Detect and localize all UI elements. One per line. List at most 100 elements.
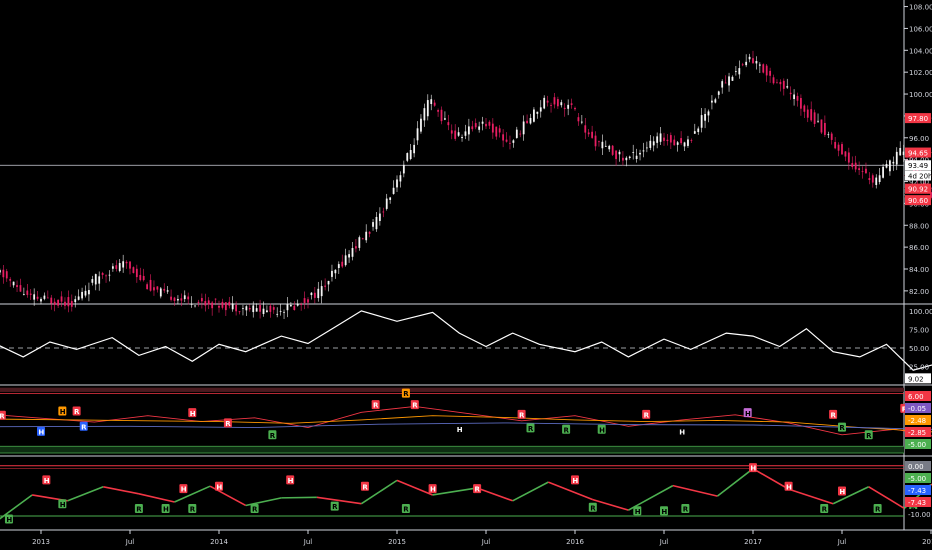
candle[interactable]: [615, 150, 617, 160]
candle[interactable]: [642, 150, 645, 152]
candle[interactable]: [512, 140, 515, 143]
signal-marker[interactable]: R: [252, 506, 258, 514]
signal-marker[interactable]: R: [866, 432, 872, 440]
candle[interactable]: [892, 161, 895, 164]
candle[interactable]: [433, 102, 436, 106]
candle[interactable]: [276, 313, 279, 315]
candle[interactable]: [248, 308, 251, 310]
candle[interactable]: [409, 150, 412, 159]
candle[interactable]: [385, 198, 388, 209]
candle[interactable]: [81, 291, 83, 299]
candle[interactable]: [0, 270, 1, 273]
candle[interactable]: [741, 64, 744, 66]
candle[interactable]: [491, 123, 494, 133]
candle[interactable]: [813, 112, 816, 124]
candle[interactable]: [57, 299, 60, 306]
candle[interactable]: [33, 294, 36, 300]
candle[interactable]: [618, 151, 621, 155]
candle[interactable]: [324, 285, 327, 287]
candle[interactable]: [211, 302, 214, 309]
candle[interactable]: [669, 135, 672, 143]
candle[interactable]: [115, 265, 118, 269]
candle[interactable]: [789, 92, 792, 95]
candle[interactable]: [142, 275, 145, 281]
candle[interactable]: [889, 160, 891, 172]
candle[interactable]: [868, 178, 871, 181]
signal-marker[interactable]: R: [528, 425, 534, 433]
candle[interactable]: [663, 137, 665, 141]
candle[interactable]: [577, 117, 580, 122]
signal-marker[interactable]: H: [44, 477, 50, 485]
candle[interactable]: [166, 290, 169, 292]
candle[interactable]: [847, 152, 850, 163]
candle[interactable]: [382, 211, 385, 213]
signal-marker[interactable]: H: [679, 428, 685, 436]
candle[interactable]: [707, 111, 710, 116]
signal-marker[interactable]: R: [0, 412, 5, 420]
candle[interactable]: [700, 115, 703, 128]
candle[interactable]: [704, 113, 706, 121]
candle[interactable]: [406, 153, 409, 161]
candle[interactable]: [861, 171, 864, 173]
candle[interactable]: [344, 255, 347, 266]
candle[interactable]: [762, 64, 765, 73]
candle[interactable]: [841, 144, 843, 155]
candle[interactable]: [601, 141, 604, 149]
candle[interactable]: [519, 133, 522, 135]
candle[interactable]: [529, 117, 532, 124]
candle[interactable]: [817, 120, 819, 122]
candle[interactable]: [50, 297, 53, 304]
candle[interactable]: [242, 308, 244, 309]
candle[interactable]: [608, 145, 611, 150]
candle[interactable]: [680, 138, 683, 144]
candle[interactable]: [12, 281, 15, 286]
candle[interactable]: [546, 100, 549, 103]
candle[interactable]: [402, 164, 405, 174]
candle[interactable]: [827, 134, 830, 136]
candle[interactable]: [293, 305, 296, 311]
signal-marker[interactable]: H: [190, 410, 196, 418]
candle[interactable]: [368, 231, 371, 234]
candle[interactable]: [60, 296, 63, 302]
candle[interactable]: [498, 128, 501, 133]
signal-marker[interactable]: R: [519, 411, 525, 419]
candle[interactable]: [16, 285, 18, 288]
chart-canvas[interactable]: RHHRRHRRRRRHRRRHRHHRRRRHRHRRHHRHRRHRHHRH…: [0, 0, 932, 550]
candle[interactable]: [649, 140, 652, 148]
candle[interactable]: [396, 179, 398, 188]
candle[interactable]: [173, 297, 176, 301]
candle[interactable]: [690, 140, 693, 141]
candle[interactable]: [43, 295, 46, 299]
candle[interactable]: [628, 156, 631, 158]
candle[interactable]: [146, 284, 149, 290]
candle[interactable]: [252, 305, 255, 313]
candle[interactable]: [348, 254, 350, 258]
candle[interactable]: [632, 152, 635, 153]
candle[interactable]: [392, 187, 395, 194]
candle[interactable]: [697, 128, 700, 132]
candle[interactable]: [526, 120, 528, 124]
signal-marker[interactable]: H: [457, 426, 463, 434]
candle[interactable]: [765, 65, 768, 76]
candle[interactable]: [204, 301, 207, 306]
candle[interactable]: [776, 82, 778, 84]
candle[interactable]: [539, 107, 542, 112]
signal-marker[interactable]: H: [60, 501, 66, 509]
candle[interactable]: [584, 125, 587, 133]
candle[interactable]: [464, 131, 467, 136]
candle[interactable]: [536, 111, 539, 114]
candle[interactable]: [91, 279, 94, 283]
oscillator-segment[interactable]: [281, 496, 317, 499]
candle[interactable]: [711, 100, 713, 103]
signal-marker[interactable]: R: [564, 426, 570, 434]
candle[interactable]: [656, 136, 659, 143]
candle[interactable]: [450, 130, 453, 134]
candle[interactable]: [355, 246, 357, 249]
candle[interactable]: [272, 307, 275, 310]
candle[interactable]: [796, 96, 799, 101]
candle[interactable]: [447, 122, 450, 126]
candle[interactable]: [177, 299, 179, 301]
candle[interactable]: [652, 141, 655, 146]
candle[interactable]: [46, 297, 49, 299]
candle[interactable]: [461, 137, 463, 139]
